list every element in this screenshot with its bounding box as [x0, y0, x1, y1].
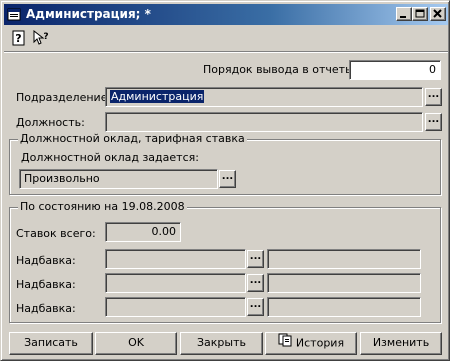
- division-value: Администрация: [110, 90, 205, 103]
- ok-button[interactable]: OK: [95, 332, 177, 355]
- position-select-button[interactable]: ...: [425, 113, 442, 131]
- allowance-select-button[interactable]: ...: [247, 250, 264, 268]
- title-bar[interactable]: Администрация; *: [4, 4, 448, 25]
- history-button[interactable]: История: [265, 332, 357, 355]
- maximize-button[interactable]: [412, 7, 428, 21]
- allowance-select-button[interactable]: ...: [247, 274, 264, 292]
- salary-defined-input[interactable]: Произвольно: [19, 169, 218, 189]
- allowance-input[interactable]: [105, 297, 246, 317]
- salary-group-title: Должностной оклад, тарифная ставка: [18, 132, 247, 145]
- position-label: Должность:: [16, 116, 85, 129]
- division-select-button[interactable]: ...: [425, 88, 442, 106]
- division-label: Подразделение:: [16, 91, 112, 104]
- allowance-input[interactable]: [105, 273, 246, 293]
- close-button[interactable]: Закрыть: [180, 332, 263, 355]
- position-input[interactable]: [105, 112, 423, 132]
- ok-button-label: OK: [128, 336, 144, 349]
- allowance-extra-field[interactable]: [267, 273, 421, 293]
- dialog-window: Администрация; * ? ? Порядок вывода в от…: [0, 0, 450, 361]
- allowance-label: Надбавка:: [16, 302, 76, 315]
- minimize-button[interactable]: [396, 7, 412, 21]
- svg-text:?: ?: [43, 32, 48, 42]
- edit-button[interactable]: Изменить: [360, 332, 442, 355]
- rates-input[interactable]: 0.00: [105, 222, 181, 242]
- help-book-icon[interactable]: ?: [11, 30, 27, 46]
- state-group-title: По состоянию на 19.08.2008: [18, 200, 187, 213]
- history-icon: [278, 333, 292, 354]
- order-label: Порядок вывода в отчеты:: [203, 63, 358, 76]
- close-button-label: Закрыть: [197, 336, 246, 349]
- save-button-label: Записать: [24, 336, 78, 349]
- division-input[interactable]: Администрация: [105, 87, 423, 107]
- order-input[interactable]: 0: [349, 60, 441, 80]
- allowance-extra-field[interactable]: [267, 249, 421, 269]
- close-icon: [433, 9, 442, 18]
- edit-button-label: Изменить: [372, 336, 430, 349]
- minimize-icon: [400, 16, 406, 18]
- window-app-icon: [7, 7, 22, 22]
- allowance-select-button[interactable]: ...: [247, 298, 264, 316]
- salary-defined-select-button[interactable]: ...: [219, 170, 236, 188]
- allowance-label: Надбавка:: [16, 254, 76, 267]
- close-window-button[interactable]: [430, 7, 446, 21]
- allowance-input[interactable]: [105, 249, 246, 269]
- toolbar-separator: [4, 51, 448, 53]
- save-button[interactable]: Записать: [9, 332, 93, 355]
- history-button-label: История: [295, 336, 345, 350]
- maximize-icon: [415, 9, 425, 18]
- svg-text:?: ?: [15, 32, 21, 45]
- window-title: Администрация; *: [26, 7, 151, 21]
- allowance-label: Надбавка:: [16, 278, 76, 291]
- context-help-icon[interactable]: ?: [33, 29, 49, 46]
- salary-defined-label: Должностной оклад задается:: [21, 151, 199, 164]
- rates-label: Ставок всего:: [16, 227, 96, 240]
- allowance-extra-field[interactable]: [267, 297, 421, 317]
